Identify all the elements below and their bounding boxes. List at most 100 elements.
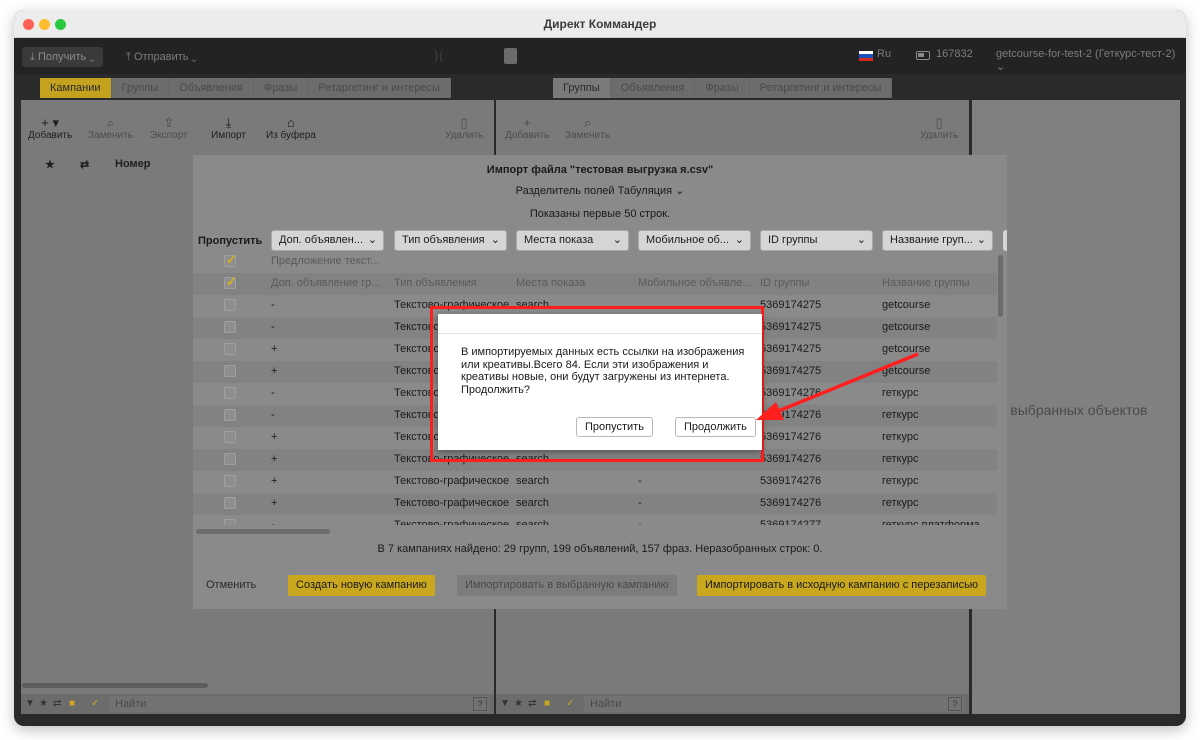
skip-checkbox[interactable] xyxy=(224,343,236,355)
table-cell: getcourse xyxy=(882,321,931,333)
tab-ads[interactable]: Объявления xyxy=(610,78,696,98)
skip-checkbox[interactable] xyxy=(224,365,236,377)
status-column-icon[interactable]: ⇄ xyxy=(80,158,89,171)
add-button[interactable]: + ▾ Добавить xyxy=(28,116,72,142)
expand-arrows-icon[interactable]: ⟩⟨ xyxy=(434,49,443,63)
stop-filter-icon[interactable]: ■ xyxy=(69,698,75,709)
cancel-button[interactable]: Отменить xyxy=(206,579,256,591)
vertical-scrollbar[interactable] xyxy=(998,255,1003,317)
status-filter-icon[interactable]: ⇄ xyxy=(53,698,61,709)
tab-ads[interactable]: Объявления xyxy=(169,78,254,98)
table-cell: 5369174275 xyxy=(760,299,822,311)
alert-continue-button[interactable]: Продолжить xyxy=(675,417,756,437)
star-column-icon[interactable]: ★ xyxy=(45,158,55,171)
column-select-7[interactable] xyxy=(1003,230,1007,251)
status-filter-icon[interactable]: ⇄ xyxy=(528,698,536,709)
export-icon: ⇪ xyxy=(163,115,175,130)
import-button[interactable]: ⤓ Импорт xyxy=(211,116,246,142)
skip-checkbox[interactable] xyxy=(224,252,237,268)
table-cell: геткурс xyxy=(882,453,919,465)
skip-checkbox[interactable] xyxy=(224,453,236,465)
star-filter-icon[interactable]: ★ xyxy=(39,698,48,709)
column-select-1[interactable]: Доп. объявлен... ⌄ xyxy=(271,230,384,251)
horizontal-scrollbar[interactable] xyxy=(196,529,330,534)
table-cell: search xyxy=(516,475,550,487)
account-name: getcourse-for-test-2 (Геткурс-тест-2) xyxy=(996,48,1176,60)
help-icon[interactable]: ? xyxy=(948,697,962,711)
from-buffer-button[interactable]: ⌂ Из буфера xyxy=(266,115,316,142)
column-number[interactable]: Номер xyxy=(115,158,151,170)
column-select-6[interactable]: Название груп... ⌄ xyxy=(882,230,993,251)
table-row: Доп. объявление гр... Тип объявления Места… xyxy=(193,273,997,295)
title-bar: Директ Коммандер xyxy=(14,10,1186,38)
plus-icon: + xyxy=(523,115,531,130)
clipboard-icon: ⌂ xyxy=(287,115,295,130)
import-selected-button[interactable]: Импортировать в выбранную кампанию xyxy=(457,575,677,596)
replace-label: Заменить xyxy=(88,130,133,141)
account-selector[interactable]: getcourse-for-test-2 (Геткурс-тест-2) ⌄ xyxy=(996,48,1186,73)
table-cell: getcourse xyxy=(882,365,931,377)
chevron-down-icon: ⌄ xyxy=(976,234,986,246)
mid-add-button[interactable]: + Добавить xyxy=(505,115,549,142)
left-panel-scrollbar[interactable] xyxy=(22,683,208,688)
create-campaign-button[interactable]: Создать новую кампанию xyxy=(288,575,435,596)
top-toolbar: ⤓ Получить ⌄ ⤒ Отправить ⌄ ⟩⟨ Ru 167832 … xyxy=(14,38,1186,74)
from-buffer-label: Из буфера xyxy=(266,130,316,141)
skip-checkbox[interactable] xyxy=(224,409,236,421)
help-icon[interactable]: ? xyxy=(473,697,487,711)
skip-checkbox[interactable] xyxy=(224,497,236,509)
left-search-input[interactable]: Найти xyxy=(109,696,489,712)
delete-button[interactable]: ▯ Удалить xyxy=(445,116,483,142)
skip-checkbox[interactable] xyxy=(224,519,236,525)
skip-checkbox[interactable] xyxy=(224,321,236,333)
check-filter-icon[interactable]: ✓ xyxy=(91,698,99,709)
column-select-5[interactable]: ID группы ⌄ xyxy=(760,230,873,251)
separator-row: Разделитель полей Табуляция ⌄ xyxy=(193,184,1007,197)
tab-phrases[interactable]: Фразы xyxy=(253,78,309,98)
column-select-3[interactable]: Места показа ⌄ xyxy=(516,230,629,251)
table-cell: геткурс xyxy=(882,387,919,399)
table-row: + Текстово-графическое search - 5369174276 ге… xyxy=(193,493,997,515)
check-filter-icon[interactable]: ✓ xyxy=(566,698,574,709)
filter-icon[interactable]: ▼ xyxy=(25,698,35,709)
table-cell: - xyxy=(271,387,275,399)
separator-select[interactable]: Табуляция ⌄ xyxy=(618,185,685,197)
send-button[interactable]: ⤒ Отправить ⌄ xyxy=(118,47,205,67)
star-filter-icon[interactable]: ★ xyxy=(514,698,523,709)
language-selector[interactable]: Ru xyxy=(877,48,891,60)
table-row: Предложение текст... xyxy=(193,251,997,273)
skip-checkbox[interactable] xyxy=(224,387,236,399)
column-select-value: Тип объявления xyxy=(402,234,485,246)
mid-replace-button[interactable]: ⌕ Заменить xyxy=(565,116,610,142)
skip-checkbox[interactable] xyxy=(224,431,236,443)
column-select-value: Места показа xyxy=(524,234,594,246)
column-select-2[interactable]: Тип объявления ⌄ xyxy=(394,230,507,251)
replace-button[interactable]: ⌕ Заменить xyxy=(88,115,133,142)
mid-delete-button[interactable]: ▯ Удалить xyxy=(920,115,958,142)
import-overwrite-button[interactable]: Импортировать в исходную кампанию с пере… xyxy=(697,575,987,596)
tab-groups[interactable]: Группы xyxy=(111,78,170,98)
filter-icon[interactable]: ▼ xyxy=(500,698,510,709)
trash-icon: ▯ xyxy=(935,115,943,130)
export-label: Экспорт xyxy=(150,130,188,141)
export-button[interactable]: ⇪ Экспорт xyxy=(150,115,188,142)
tab-retargeting[interactable]: Ретаргетинг и интересы xyxy=(308,78,451,98)
alert-skip-button[interactable]: Пропустить xyxy=(576,417,653,437)
stop-filter-icon[interactable]: ■ xyxy=(544,698,550,709)
column-select-value: ID группы xyxy=(768,234,818,246)
skip-checkbox[interactable] xyxy=(224,274,237,290)
mid-search-input[interactable]: Найти xyxy=(584,696,964,712)
column-select-4[interactable]: Мобильное об... ⌄ xyxy=(638,230,751,251)
calculator-icon[interactable] xyxy=(504,48,517,64)
table-cell: Текстово-графическое xyxy=(394,519,509,525)
tab-groups[interactable]: Группы xyxy=(553,78,611,98)
skip-checkbox[interactable] xyxy=(224,299,236,311)
table-cell: getcourse xyxy=(882,343,931,355)
tab-campaigns[interactable]: Кампании xyxy=(40,78,112,98)
skip-checkbox[interactable] xyxy=(224,475,236,487)
get-button[interactable]: ⤓ Получить ⌄ xyxy=(22,47,103,67)
tab-phrases[interactable]: Фразы xyxy=(695,78,750,98)
search-icon: ⌕ xyxy=(106,115,115,130)
tab-retargeting[interactable]: Ретаргетинг и интересы xyxy=(749,78,893,98)
images-alert-dialog: В импортируемых данных есть ссылки на из… xyxy=(438,314,762,450)
